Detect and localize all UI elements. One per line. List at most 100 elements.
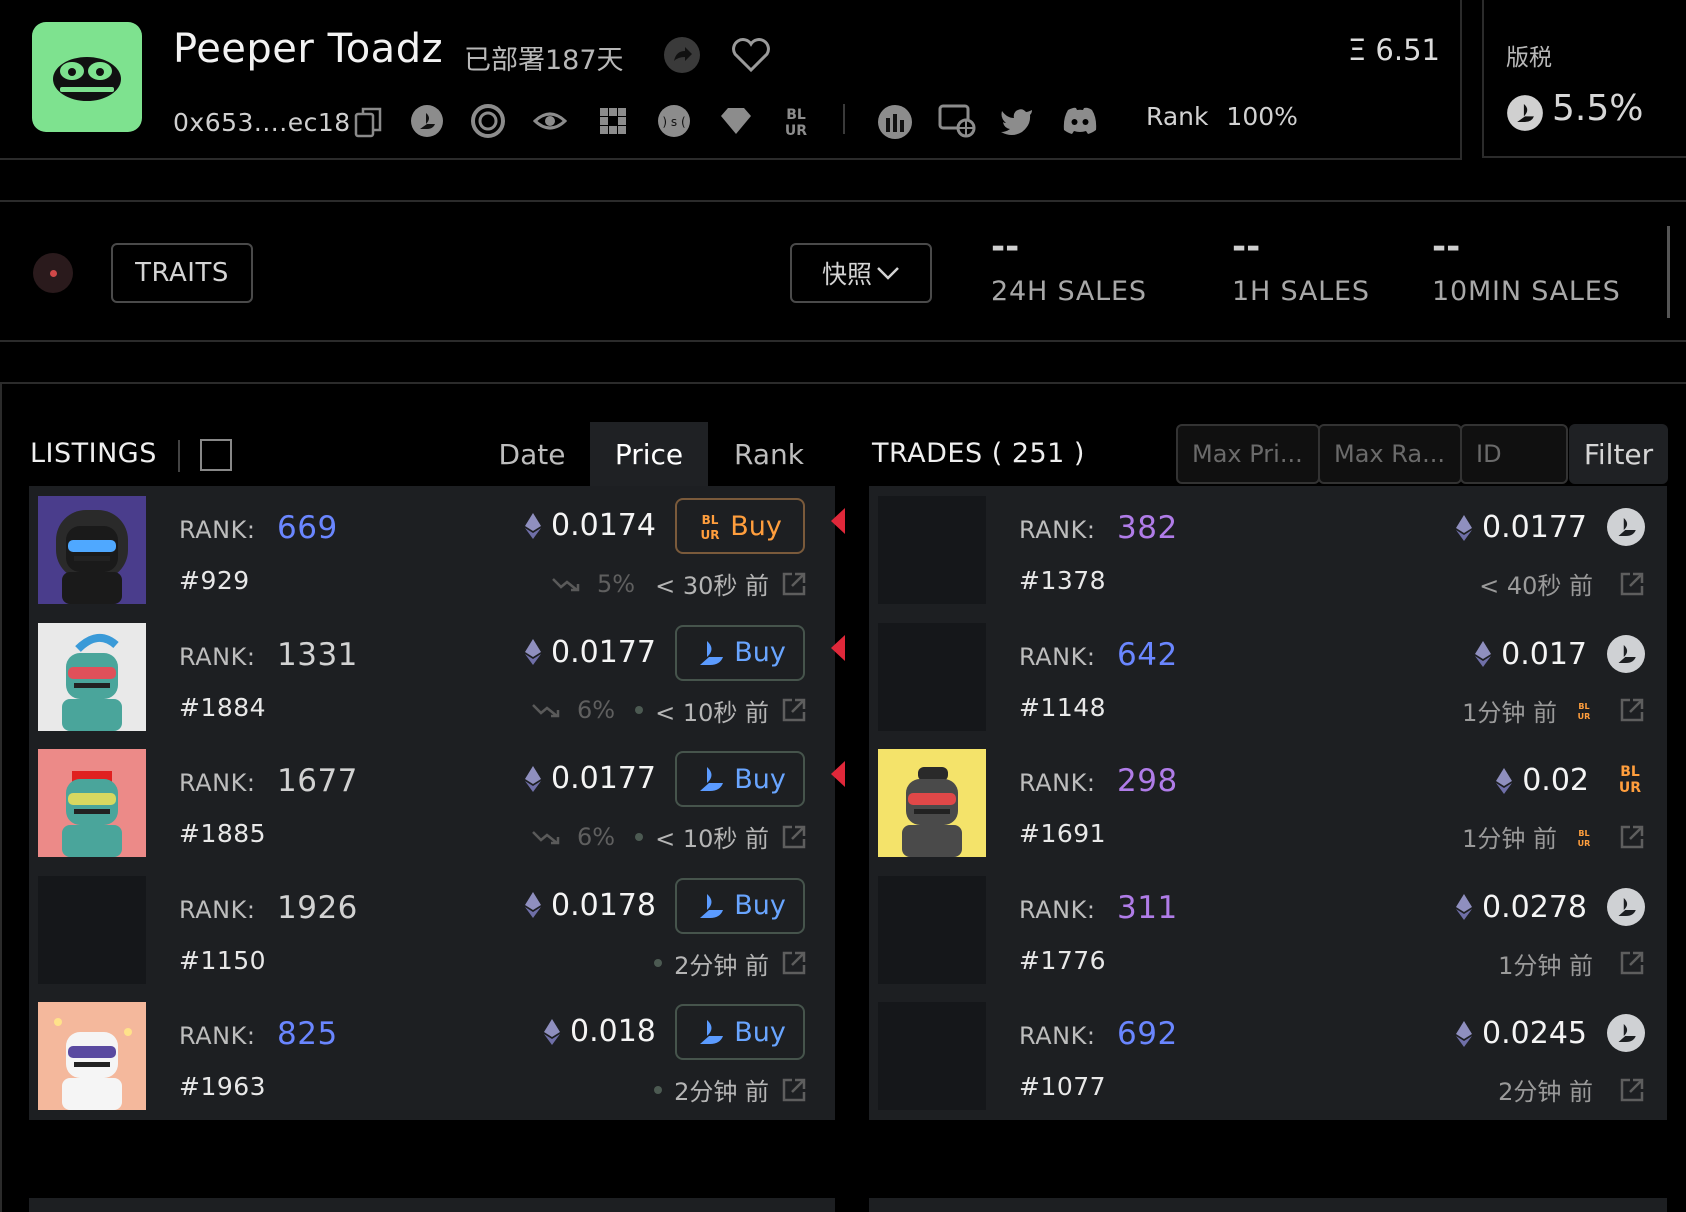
token-id: #1963 [179,1072,267,1102]
sort-tab-date[interactable]: Date [480,422,584,486]
nft-thumbnail[interactable] [38,875,146,984]
buy-button[interactable]: Buy [675,624,805,681]
nft-thumbnail[interactable] [38,749,146,858]
discord-icon[interactable] [1062,106,1098,136]
trade-time: < 40秒 前 [1479,572,1593,600]
listing-time: 2分钟 前 [674,951,769,980]
snapshot-dropdown[interactable]: 快照 [790,243,932,303]
trade-meta: 2分钟 前 [1498,1072,1645,1107]
listing-row[interactable]: RANK: 669 #929 0.0174 BL UR Buy 5% < 30秒 前 [29,486,845,614]
contract-address: 0x653....ec18 [173,108,351,137]
trade-row[interactable]: RANK: 311 #1776 0.0278 1分钟 前 [869,865,1667,994]
price-change: 5% [597,569,636,598]
external-link-icon[interactable] [781,571,807,597]
scrollbar[interactable] [1667,226,1670,318]
external-link-icon[interactable] [1619,824,1645,850]
listing-row[interactable]: RANK: 1926 #1150 0.0178 Buy 2分钟 前 [29,865,835,994]
share-icon[interactable] [663,36,701,74]
rank-label: RANK: [1019,769,1096,798]
listing-row[interactable]: RANK: 1331 #1884 0.0177 Buy 6% < 10秒 前 [29,612,845,741]
floor-price: Ξ 6.51 [1347,33,1440,67]
listing-price: 0.0177 [525,761,656,796]
trade-row[interactable]: RANK: 382 #1378 0.0177 < 40秒 前 [869,486,1667,614]
external-link-icon[interactable] [781,824,807,850]
external-link-icon[interactable] [1619,1077,1645,1103]
buy-button[interactable]: Buy [675,877,805,934]
max-rank-filter[interactable] [1318,424,1462,484]
external-link-icon[interactable] [1619,697,1645,723]
external-link-icon[interactable] [781,950,807,976]
nft-thumbnail[interactable] [878,875,986,984]
filter-button[interactable]: Filter [1569,424,1668,484]
rank-label: RANK: [1019,516,1096,544]
external-link-icon[interactable] [1619,950,1645,976]
sort-tab-price[interactable]: Price [590,422,708,486]
rank-label: RANK: [179,769,256,798]
divider [178,440,180,472]
nft-thumbnail[interactable] [878,496,986,604]
token-id: #1150 [179,945,267,975]
listing-meta: 2分钟 前 [654,946,807,981]
max-price-filter[interactable] [1176,424,1320,484]
id-input[interactable] [1462,426,1566,482]
id-filter[interactable] [1460,424,1568,484]
price-value: 0.02 [1522,763,1589,799]
trade-meta: 1分钟 前 [1498,946,1645,981]
sales-10min: -- 10MIN SALES [1432,230,1621,307]
trade-row[interactable]: RANK: 692 #1077 0.0245 2分钟 前 [869,992,1667,1121]
rank-value: 1331 [277,636,358,673]
trade-row[interactable]: RANK: 298 #1691 0.02 BL UR 1分钟 前 BL UR [869,739,1667,868]
x2y2-icon[interactable] [533,104,567,138]
trade-row[interactable]: RANK: 642 #1148 0.017 1分钟 前 BL UR [869,612,1667,741]
blur-icon[interactable]: BL UR [781,104,811,138]
listing-row[interactable]: RANK: 825 #1963 0.018 Buy 2分钟 前 [29,992,835,1121]
svg-text:BL: BL [1620,764,1640,780]
status-dot [654,959,663,968]
sort-tab-rank[interactable]: Rank [714,422,824,486]
nftgo-icon[interactable] [877,104,913,140]
listing-row[interactable]: RANK: 1677 #1885 0.0177 Buy 6% < 10秒 前 [29,739,845,868]
listings-checkbox[interactable] [200,439,232,471]
svg-text:UR: UR [1578,712,1591,720]
nft-thumbnail[interactable] [38,622,146,731]
twitter-icon[interactable] [1000,106,1034,136]
copy-icon[interactable] [354,106,382,138]
live-indicator[interactable] [33,253,73,293]
listing-price: 0.018 [544,1014,656,1049]
external-link-icon[interactable] [1619,571,1645,597]
svg-text:UR: UR [1619,780,1641,795]
buy-button[interactable]: Buy [675,1004,805,1061]
nft-thumbnail[interactable] [878,1002,986,1111]
looksrare-icon[interactable] [471,104,505,138]
element-icon[interactable] [596,104,630,138]
nft-thumbnail[interactable] [878,749,986,858]
rank-label: RANK: [179,1022,256,1051]
collection-name: Peeper Toadz [173,26,444,72]
rank-label: RANK: [1019,642,1096,671]
max-price-input[interactable] [1178,426,1318,482]
max-rank-input[interactable] [1320,426,1460,482]
opensea-icon[interactable] [410,104,444,138]
nft-thumbnail[interactable] [878,622,986,731]
buy-button[interactable]: BL UR Buy [675,498,805,554]
sales-24h-label: 24H SALES [991,276,1147,307]
token-id: #929 [179,566,250,595]
nft-thumbnail[interactable] [38,496,146,604]
nft-thumbnail[interactable] [38,1002,146,1111]
rank-label: RANK: [179,642,256,671]
svg-text:BL: BL [702,513,719,527]
listing-price: 0.0177 [525,635,656,670]
gem-icon[interactable] [719,106,753,136]
eth-icon [544,1018,560,1045]
trade-time: 2分钟 前 [1498,1078,1593,1107]
external-link-icon[interactable] [781,697,807,723]
heart-icon[interactable] [730,36,772,74]
website-icon[interactable] [938,104,976,138]
external-link-icon[interactable] [781,1077,807,1103]
buy-button[interactable]: Buy [675,751,805,808]
listings-title: LISTINGS [30,438,157,469]
traits-button[interactable]: TRAITS [111,243,253,303]
token-id: #1776 [1019,945,1107,975]
buy-label: Buy [730,510,782,542]
sudoswap-icon[interactable]: ) s ( [657,104,691,138]
